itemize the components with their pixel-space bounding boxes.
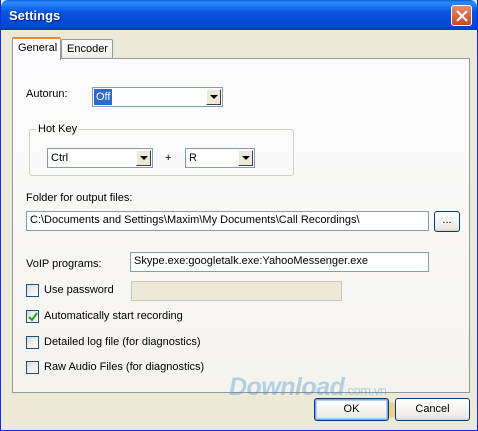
hotkey-key-select[interactable]: R [185,148,255,168]
close-icon [456,10,468,22]
hotkey-key-dropdown-button[interactable] [238,150,253,166]
hotkey-modifier-value: Ctrl [51,152,69,164]
raw-audio-label: Raw Audio Files (for diagnostics) [44,361,205,373]
hotkey-plus-label: + [165,152,172,164]
password-field[interactable] [131,281,342,301]
autorun-select[interactable]: Off [92,87,223,107]
tab-encoder[interactable]: Encoder [61,39,113,59]
use-password-label: Use password [44,284,114,296]
voip-programs-field[interactable]: Skype.exe:googletalk.exe:YahooMessenger.… [130,252,429,272]
cancel-button[interactable]: Cancel [395,398,470,421]
hotkey-modifier-select[interactable]: Ctrl [47,148,153,168]
chevron-down-icon [140,156,148,160]
watermark-suffix: .com.vn [344,383,387,398]
close-button[interactable] [451,5,472,26]
auto-start-label: Automatically start recording [44,310,183,322]
window-title: Settings [9,8,61,23]
hotkey-group-title: Hot Key [36,123,80,135]
checkmark-icon [28,312,38,322]
autorun-value: Off [94,89,113,105]
title-bar[interactable]: Settings [1,0,477,30]
raw-audio-checkbox[interactable] [26,361,39,374]
autorun-dropdown-button[interactable] [206,89,221,105]
hotkey-modifier-dropdown-button[interactable] [136,150,151,166]
autorun-label: Autorun: [26,88,68,100]
use-password-checkbox[interactable] [26,284,39,297]
watermark-text: Download [229,373,345,401]
detailed-log-checkbox[interactable] [26,336,39,349]
voip-programs-label: VoIP programs: [26,258,102,270]
output-folder-field[interactable]: C:\Documents and Settings\Maxim\My Docum… [26,211,429,231]
ok-button[interactable]: OK [314,398,389,421]
auto-start-checkbox[interactable] [26,310,39,323]
output-folder-label: Folder for output files: [26,192,133,204]
tab-general[interactable]: General [12,37,61,60]
browse-button[interactable]: ... [434,211,460,232]
chevron-down-icon [210,95,218,99]
chevron-down-icon [242,156,250,160]
detailed-log-label: Detailed log file (for diagnostics) [44,336,201,348]
settings-dialog: Settings General Encoder Autorun: Off Ho… [0,0,478,431]
hotkey-key-value: R [189,152,197,164]
